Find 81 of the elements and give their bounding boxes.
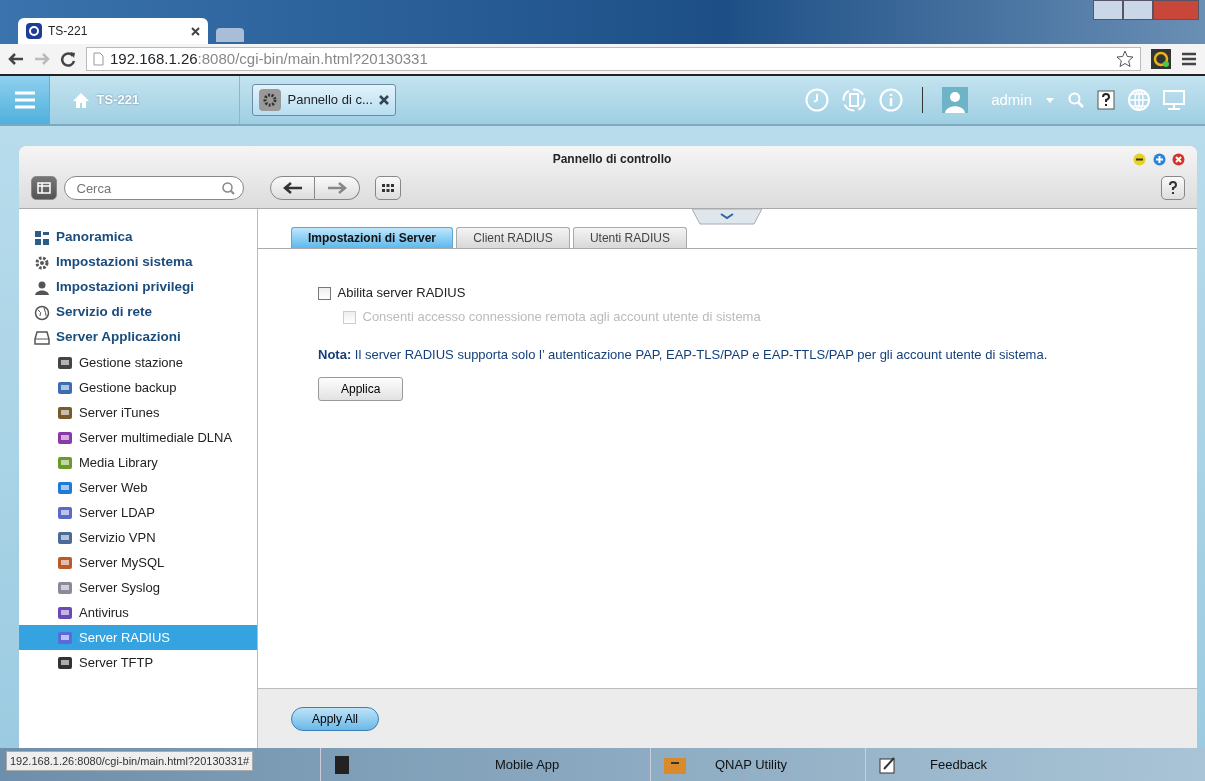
minimize-button[interactable]	[1093, 0, 1123, 20]
app-icon	[57, 379, 73, 396]
status-url: 192.168.1.26:8080/cgi-bin/main.html?20130331#	[6, 750, 254, 771]
checkbox[interactable]	[318, 286, 331, 300]
back-icon[interactable]	[8, 52, 24, 66]
sidebar-item[interactable]: Server Applicazioni	[19, 325, 257, 350]
checkbox-label: Consenti accesso connessione remota agli account utente di sistema	[362, 308, 761, 327]
tab[interactable]: Utenti RADIUS	[572, 227, 687, 248]
sidebar-item[interactable]: Server TFTP	[19, 650, 257, 675]
help-button[interactable]	[1161, 176, 1185, 200]
help-icon[interactable]	[1097, 90, 1115, 110]
person-icon	[34, 279, 50, 296]
close-icon[interactable]	[379, 95, 390, 105]
sidebar-item[interactable]: Antivirus	[19, 600, 257, 625]
minimize-icon[interactable]	[1133, 152, 1146, 166]
globe-icon	[34, 304, 50, 321]
back-button[interactable]	[270, 176, 315, 200]
drive-icon	[34, 329, 50, 346]
right-arrow-icon	[327, 182, 347, 194]
star-icon[interactable]	[1116, 50, 1134, 68]
sidebar-item[interactable]: Server MySQL	[19, 550, 257, 575]
app-icon	[57, 429, 73, 446]
app-icon	[57, 554, 73, 571]
maximize-button[interactable]	[1123, 0, 1153, 20]
app-icon	[57, 504, 73, 521]
maximize-icon[interactable]	[1152, 152, 1166, 166]
desktop-shortcut[interactable]: Feedback	[930, 754, 988, 775]
sidebar-item[interactable]: Server Web	[19, 475, 257, 500]
extension-icon[interactable]	[1151, 49, 1171, 69]
sidebar-toggle-button[interactable]	[31, 176, 57, 200]
menu-icon[interactable]	[1181, 52, 1197, 66]
tab-title: TS-221	[48, 23, 89, 40]
close-icon[interactable]	[191, 26, 200, 36]
sidebar-item[interactable]: Server LDAP	[19, 500, 257, 525]
close-icon[interactable]	[1172, 152, 1185, 166]
app-icon	[57, 629, 73, 646]
sidebar-item[interactable]: Server iTunes	[19, 400, 257, 425]
app-icon	[57, 404, 73, 421]
sidebar-item[interactable]: Panoramica	[19, 225, 257, 250]
sidebar-icon	[37, 182, 51, 194]
desktop-shortcut[interactable]: QNAP Utility	[715, 754, 787, 775]
sidebar-item[interactable]: Gestione backup	[19, 375, 257, 400]
dashboard-icon	[34, 229, 50, 246]
sidebar-item[interactable]: Media Library	[19, 450, 257, 475]
app-icon	[57, 579, 73, 596]
app-icon	[57, 479, 73, 496]
app-icon	[57, 529, 73, 546]
app-logo-icon	[26, 23, 42, 39]
sidebar-item[interactable]: Impostazioni privilegi	[19, 275, 257, 300]
sidebar-item[interactable]: Server Syslog	[19, 575, 257, 600]
app-icon	[57, 354, 73, 371]
browser-tab[interactable]: TS-221	[18, 18, 208, 44]
app-icon	[57, 454, 73, 471]
gear-icon	[34, 254, 50, 271]
open-app-tab[interactable]: Pannello di c...	[252, 84, 397, 116]
apply-button[interactable]: Applica	[318, 376, 404, 401]
apply-all-button[interactable]: Apply All	[291, 706, 380, 731]
sidebar-item[interactable]: Servizio di rete	[19, 300, 257, 325]
app-icon	[57, 604, 73, 621]
tab[interactable]: Client RADIUS	[456, 227, 570, 248]
apps-grid-button[interactable]	[374, 176, 401, 200]
note-text: Nota: Il server RADIUS supporta solo l’ autenticazione PAP, EAP-TLS/PAP e EAP-TTLS/PAP per gli account utente di sistema.	[317, 346, 1049, 364]
checkbox-label: Abilita server RADIUS	[337, 284, 466, 303]
gear-icon	[259, 89, 281, 111]
sidebar-item[interactable]: Servizio VPN	[19, 525, 257, 550]
desktop-shortcut[interactable]: Mobile App	[495, 754, 560, 775]
avatar-icon[interactable]	[942, 87, 969, 113]
help-icon	[1168, 181, 1178, 195]
search-field[interactable]: Cerca	[63, 176, 244, 200]
app-icon	[57, 654, 73, 671]
sidebar-item[interactable]: Gestione stazione	[19, 350, 257, 375]
reload-icon[interactable]	[60, 51, 76, 67]
search-icon[interactable]	[221, 182, 235, 195]
sidebar-item[interactable]: Impostazioni sistema	[19, 250, 257, 275]
tab[interactable]: Impostazioni di Server	[291, 227, 454, 248]
address-bar[interactable]: 192.168.1.26:8080/cgi-bin/main.html?20130331	[86, 47, 1141, 71]
left-arrow-icon	[282, 182, 303, 194]
grid-icon	[381, 184, 394, 192]
sidebar-item[interactable]: Server multimediale DLNA	[19, 425, 257, 450]
window-title: Pannello di controllo	[551, 151, 673, 168]
collapse-handle-icon[interactable]	[692, 209, 762, 225]
